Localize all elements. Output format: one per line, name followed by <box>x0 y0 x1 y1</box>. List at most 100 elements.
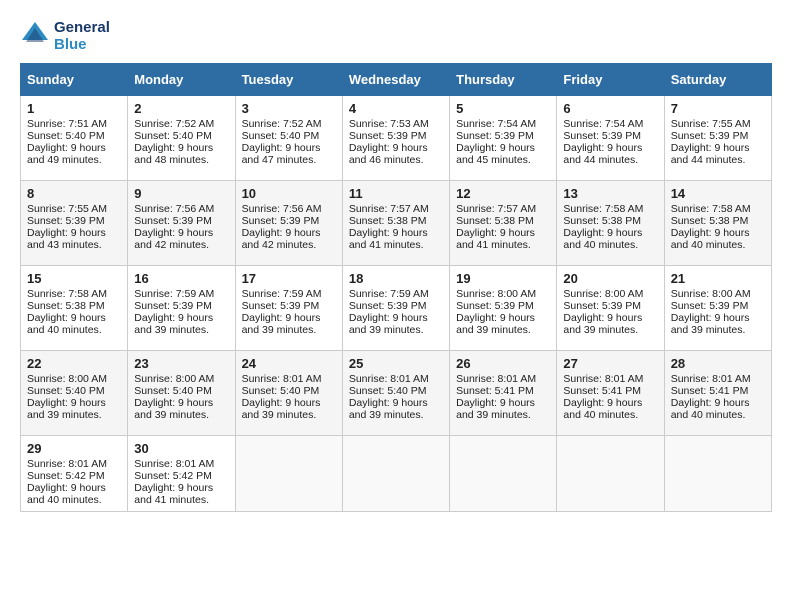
calendar-day-cell: 23 Sunrise: 8:00 AMSunset: 5:40 PMDayligh… <box>128 351 235 436</box>
calendar-day-cell: 12Sunrise: 7:57 AMSunset: 5:38 PMDayligh… <box>450 181 557 266</box>
calendar-day-cell: 10Sunrise: 7:56 AMSunset: 5:39 PMDayligh… <box>235 181 342 266</box>
sunrise-text: Sunrise: 7:58 AM <box>563 203 657 215</box>
sunset-text: Sunset: 5:39 PM <box>671 130 765 142</box>
calendar-day-cell: 22Sunrise: 8:00 AMSunset: 5:40 PMDayligh… <box>21 351 128 436</box>
sunrise-text: Sunrise: 8:01 AM <box>456 373 550 385</box>
day-number: 23 <box>134 356 228 371</box>
daylight-text: Daylight: 9 hours and 39 minutes. <box>242 312 336 336</box>
day-number: 14 <box>671 186 765 201</box>
daylight-text: Daylight: 9 hours and 41 minutes. <box>134 482 228 506</box>
sunset-text: Sunset: 5:40 PM <box>349 385 443 397</box>
calendar-week-row: 8 Sunrise: 7:55 AM Sunset: 5:39 PM Daylight… <box>21 181 772 266</box>
daylight-text: Daylight: 9 hours and 39 minutes. <box>134 397 228 421</box>
sunrise-text: Sunrise: 7:53 AM <box>349 118 443 130</box>
day-number: 13 <box>563 186 657 201</box>
sunrise-text: Sunrise: 7:54 AM <box>456 118 550 130</box>
daylight-text: Daylight: 9 hours and 39 minutes. <box>456 397 550 421</box>
sunrise-text: Sunrise: 7:52 AM <box>134 118 228 130</box>
sunrise-text: Sunrise: 7:56 AM <box>134 203 228 215</box>
sunset-text: Sunset: 5:41 PM <box>456 385 550 397</box>
sunset-text: Sunset: 5:41 PM <box>563 385 657 397</box>
day-number: 30 <box>134 441 228 456</box>
day-number: 6 <box>563 101 657 116</box>
calendar-day-cell <box>235 436 342 512</box>
calendar-day-cell: 13Sunrise: 7:58 AMSunset: 5:38 PMDayligh… <box>557 181 664 266</box>
sunset-text: Sunset: 5:38 PM <box>349 215 443 227</box>
day-number: 9 <box>134 186 228 201</box>
daylight-text: Daylight: 9 hours and 40 minutes. <box>563 397 657 421</box>
calendar-day-cell: 8Sunrise: 7:55 AMSunset: 5:39 PMDaylight… <box>21 181 128 266</box>
calendar-day-cell: 18Sunrise: 7:59 AMSunset: 5:39 PMDayligh… <box>342 266 449 351</box>
calendar-day-cell: 3Sunrise: 7:52 AMSunset: 5:40 PMDaylight… <box>235 96 342 181</box>
sunset-text: Sunset: 5:40 PM <box>134 385 228 397</box>
sunrise-text: Sunrise: 8:01 AM <box>134 458 228 470</box>
daylight-text: Daylight: 9 hours and 39 minutes. <box>563 312 657 336</box>
calendar-day-cell: 15Sunrise: 7:58 AMSunset: 5:38 PMDayligh… <box>21 266 128 351</box>
sunset-text: Sunset: 5:38 PM <box>456 215 550 227</box>
sunrise-text: Sunrise: 7:58 AM <box>671 203 765 215</box>
sunrise-text: Sunrise: 8:01 AM <box>563 373 657 385</box>
sunrise-text: Sunrise: 8:00 AM <box>563 288 657 300</box>
sunrise-text: Sunrise: 8:00 AM <box>27 373 121 385</box>
sunset-text: Sunset: 5:38 PM <box>27 300 121 312</box>
header-cell-tuesday: Tuesday <box>235 64 342 96</box>
logo-text-line2: Blue <box>54 37 110 54</box>
logo-icon <box>20 20 50 50</box>
calendar-day-cell: 24Sunrise: 8:01 AMSunset: 5:40 PMDayligh… <box>235 351 342 436</box>
sunrise-text: Sunrise: 7:55 AM <box>671 118 765 130</box>
calendar-day-cell: 30 Sunrise: 8:01 AMSunset: 5:42 PMDayligh… <box>128 436 235 512</box>
day-number: 28 <box>671 356 765 371</box>
sunset-text: Sunset: 5:39 PM <box>563 300 657 312</box>
sunrise-text: Sunrise: 8:00 AM <box>134 373 228 385</box>
daylight-text: Daylight: 9 hours and 48 minutes. <box>134 142 228 166</box>
calendar-day-cell: 28Sunrise: 8:01 AMSunset: 5:41 PMDayligh… <box>664 351 771 436</box>
sunset-text: Sunset: 5:39 PM <box>349 130 443 142</box>
sunrise-text: Sunrise: 8:00 AM <box>456 288 550 300</box>
day-number: 11 <box>349 186 443 201</box>
sunset-text: Sunset: 5:40 PM <box>134 130 228 142</box>
calendar-day-cell: 4Sunrise: 7:53 AMSunset: 5:39 PMDaylight… <box>342 96 449 181</box>
calendar-week-row: 22Sunrise: 8:00 AMSunset: 5:40 PMDayligh… <box>21 351 772 436</box>
day-number: 22 <box>27 356 121 371</box>
sunset-text: Sunset: 5:39 PM <box>134 215 228 227</box>
calendar-header-row: SundayMondayTuesdayWednesdayThursdayFrid… <box>21 64 772 96</box>
calendar-day-cell: 20Sunrise: 8:00 AMSunset: 5:39 PMDayligh… <box>557 266 664 351</box>
daylight-text: Daylight: 9 hours and 44 minutes. <box>563 142 657 166</box>
calendar-table: SundayMondayTuesdayWednesdayThursdayFrid… <box>20 63 772 512</box>
sunrise-text: Sunrise: 8:00 AM <box>671 288 765 300</box>
day-number: 21 <box>671 271 765 286</box>
header-cell-thursday: Thursday <box>450 64 557 96</box>
calendar-day-cell: 26Sunrise: 8:01 AMSunset: 5:41 PMDayligh… <box>450 351 557 436</box>
daylight-text: Daylight: 9 hours and 40 minutes. <box>563 227 657 251</box>
header-cell-sunday: Sunday <box>21 64 128 96</box>
daylight-text: Daylight: 9 hours and 39 minutes. <box>134 312 228 336</box>
calendar-day-cell: 1Sunrise: 7:51 AMSunset: 5:40 PMDaylight… <box>21 96 128 181</box>
calendar-body: 1Sunrise: 7:51 AMSunset: 5:40 PMDaylight… <box>21 96 772 512</box>
daylight-text: Daylight: 9 hours and 39 minutes. <box>456 312 550 336</box>
daylight-text: Daylight: 9 hours and 47 minutes. <box>242 142 336 166</box>
sunset-text: Sunset: 5:42 PM <box>134 470 228 482</box>
daylight-text: Daylight: 9 hours and 39 minutes. <box>242 397 336 421</box>
daylight-text: Daylight: 9 hours and 46 minutes. <box>349 142 443 166</box>
calendar-week-row: 29Sunrise: 8:01 AMSunset: 5:42 PMDayligh… <box>21 436 772 512</box>
sunset-text: Sunset: 5:39 PM <box>134 300 228 312</box>
calendar-day-cell: 9Sunrise: 7:56 AMSunset: 5:39 PMDaylight… <box>128 181 235 266</box>
sunset-text: Sunset: 5:39 PM <box>671 300 765 312</box>
day-number: 24 <box>242 356 336 371</box>
calendar-day-cell: 5Sunrise: 7:54 AMSunset: 5:39 PMDaylight… <box>450 96 557 181</box>
sunset-text: Sunset: 5:40 PM <box>242 385 336 397</box>
header-cell-saturday: Saturday <box>664 64 771 96</box>
sunrise-text: Sunrise: 7:52 AM <box>242 118 336 130</box>
sunrise-text: Sunrise: 7:59 AM <box>134 288 228 300</box>
sunset-text: Sunset: 5:39 PM <box>456 300 550 312</box>
daylight-text: Daylight: 9 hours and 41 minutes. <box>349 227 443 251</box>
sunrise-text: Sunrise: 7:55 AM <box>27 203 121 215</box>
day-number: 5 <box>456 101 550 116</box>
calendar-day-cell: 27Sunrise: 8:01 AMSunset: 5:41 PMDayligh… <box>557 351 664 436</box>
day-number: 8 <box>27 186 121 201</box>
calendar-day-cell <box>342 436 449 512</box>
sunset-text: Sunset: 5:39 PM <box>242 300 336 312</box>
sunset-text: Sunset: 5:42 PM <box>27 470 121 482</box>
daylight-text: Daylight: 9 hours and 40 minutes. <box>27 482 121 506</box>
sunset-text: Sunset: 5:39 PM <box>349 300 443 312</box>
